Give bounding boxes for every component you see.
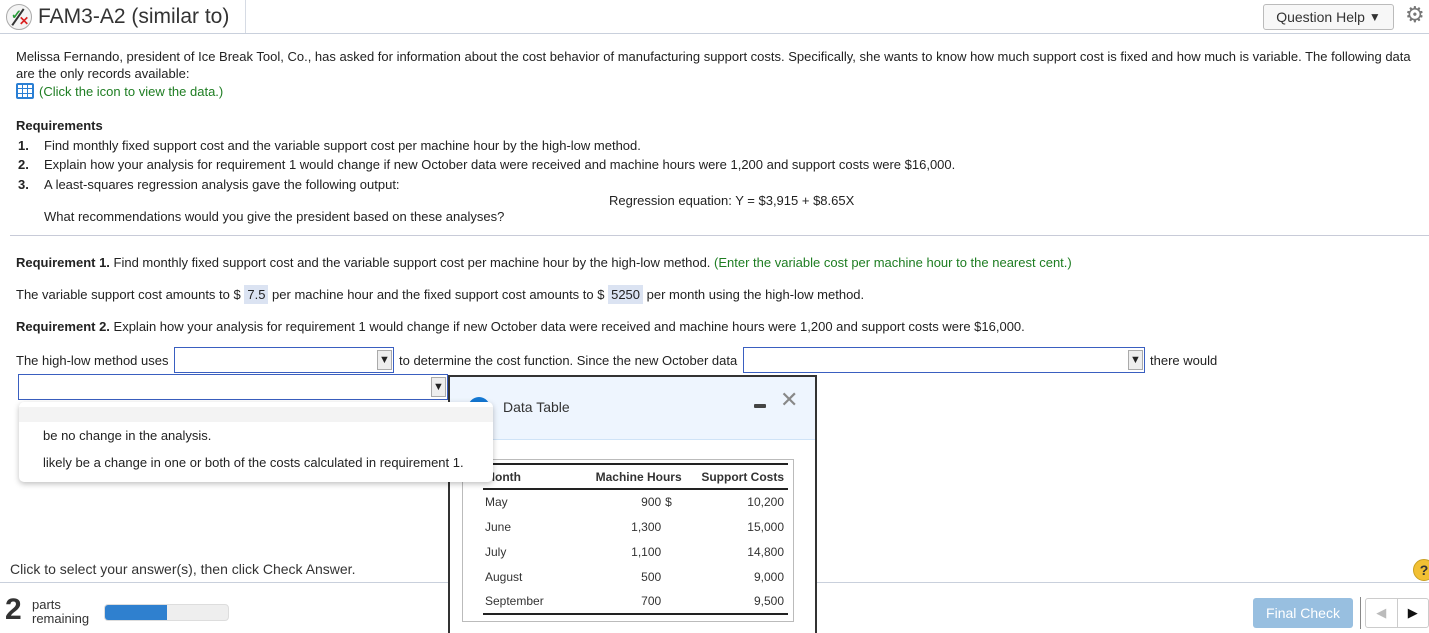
change-select[interactable]: ▼ (18, 374, 448, 400)
requirement-item: 2. Explain how your analysis for requirem… (18, 157, 956, 172)
column-header: Machine Hours (595, 469, 682, 484)
requirement-item: 1. Find monthly fixed support cost and th… (18, 138, 641, 153)
data-table-dialog: Data Table ✕ Month Machine Hours Support… (448, 375, 817, 633)
cross-mark-icon: ✕ (19, 13, 30, 28)
dropdown-menu: be no change in the analysis. likely be … (19, 402, 493, 482)
final-check-button[interactable]: Final Check (1253, 598, 1353, 628)
table-row: August 500 9,000 (485, 569, 784, 584)
help-icon[interactable]: ? (1413, 559, 1429, 581)
caret-down-icon[interactable]: ▼ (431, 377, 446, 397)
requirement-2-prompt: Requirement 2. Explain how your analysis… (16, 319, 1025, 334)
data-table-container: Month Machine Hours Support Costs May 90… (462, 459, 794, 622)
view-data-text[interactable]: (Click the icon to view the data.) (39, 84, 223, 99)
progress-bar (104, 604, 229, 621)
requirement-1-answer: The variable support cost amounts to $ 7… (16, 285, 865, 304)
dropdown-option[interactable]: be no change in the analysis. (19, 422, 493, 449)
recommendation-question: What recommendations would you give the … (44, 209, 505, 224)
parts-remaining-count: 2 (5, 593, 22, 626)
requirement-item: 3. A least-squares regression analysis ga… (18, 177, 400, 192)
hint-text: (Enter the variable cost per machine hou… (714, 255, 1072, 270)
regression-equation: Regression equation: Y = $3,915 + $8.65X (609, 193, 855, 208)
variable-cost-input[interactable]: 7.5 (244, 285, 269, 304)
table-grid-icon[interactable] (16, 83, 34, 99)
separator (1360, 597, 1361, 629)
previous-arrow-icon[interactable]: ◀ (1366, 599, 1398, 627)
divider (10, 235, 1429, 236)
caret-down-icon[interactable]: ▼ (377, 350, 392, 370)
dropdown-option[interactable]: likely be a change in one or both of the… (19, 449, 493, 476)
table-header-row: Month Machine Hours Support Costs (483, 464, 788, 489)
parts-remaining-label: parts remaining (32, 597, 90, 626)
table-row: June 1,300 15,000 (485, 519, 784, 534)
method-select[interactable]: ▼ (174, 347, 394, 373)
data-table: Month Machine Hours Support Costs May 90… (483, 463, 788, 615)
question-help-label: Question Help (1276, 9, 1365, 25)
october-data-select[interactable]: ▼ (743, 347, 1145, 373)
close-icon[interactable]: ✕ (780, 387, 798, 413)
progress-fill (105, 605, 167, 620)
next-arrow-icon[interactable]: ▶ (1398, 599, 1429, 627)
table-row: July 1,100 14,800 (485, 544, 784, 559)
table-row: September 700 9,500 (483, 589, 788, 614)
caret-down-icon[interactable]: ▼ (1128, 350, 1143, 370)
sentence-part-3: there would (1150, 353, 1218, 368)
dialog-title: Data Table (503, 399, 570, 415)
view-data-link[interactable]: (Click the icon to view the data.) (16, 83, 223, 99)
column-header: Month (485, 469, 521, 484)
dialog-header[interactable]: Data Table ✕ (450, 377, 815, 440)
instructions-text: Click to select your answer(s), then cli… (10, 561, 356, 577)
fixed-cost-input[interactable]: 5250 (608, 285, 644, 304)
column-header: Support Costs (701, 469, 784, 484)
problem-intro: Melissa Fernando, president of Ice Break… (16, 49, 1411, 81)
gear-icon[interactable]: ⚙ (1405, 4, 1425, 26)
dropdown-option-blank[interactable] (19, 407, 493, 422)
partial-correct-icon: ✓ ✕ (6, 3, 32, 30)
requirement-1-prompt: Requirement 1. Find monthly fixed suppor… (16, 255, 1072, 270)
table-row: May 900 $ 10,200 (485, 495, 784, 509)
sentence-part-2: to determine the cost function. Since th… (399, 353, 738, 368)
caret-down-icon: ▼ (1368, 10, 1381, 24)
header: ✓ ✕ FAM3-A2 (similar to) Question Help ▼… (0, 0, 1429, 34)
requirements-title: Requirements (16, 118, 103, 133)
minimize-icon[interactable] (754, 404, 766, 408)
sentence-part-1: The high-low method uses (16, 353, 169, 368)
title-area: ✓ ✕ FAM3-A2 (similar to) (0, 0, 246, 33)
question-navigation: ◀ ▶ (1365, 598, 1429, 628)
page-title: FAM3-A2 (similar to) (38, 4, 230, 28)
question-help-button[interactable]: Question Help ▼ (1263, 4, 1394, 30)
